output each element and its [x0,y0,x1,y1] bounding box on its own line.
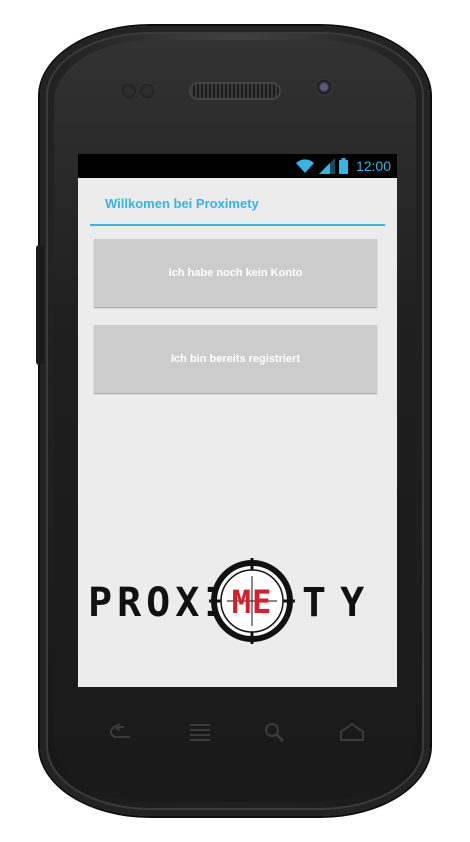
already-registered-button[interactable]: Ich bin bereits registriert [94,325,377,393]
status-time: 12:00 [355,158,391,174]
proximety-logo: PROXI ME TY [88,556,393,646]
title-divider [90,224,385,226]
volume-key[interactable] [36,245,44,365]
reticle-icon: ME [209,558,295,644]
nav-keys [78,712,397,752]
status-bar: 12:00 [78,154,397,178]
menu-icon[interactable] [180,712,220,752]
signal-icon [318,158,335,174]
logo-text-center: ME [232,583,273,621]
proximity-sensor-icon [122,84,136,98]
light-sensor-icon [140,84,154,98]
logo-text-right: TY [302,580,379,626]
earpiece-speaker [191,84,279,98]
back-icon[interactable] [102,712,142,752]
app-screen: 12:00 Willkomen bei Proximety Ich habe n… [78,154,397,687]
wifi-icon [295,159,314,173]
no-account-button[interactable]: Ich habe noch kein Konto [94,239,377,307]
search-icon[interactable] [254,712,294,752]
battery-icon [338,158,348,174]
front-camera-icon [317,80,331,94]
status-icons: 12:00 [295,157,391,175]
page-title: Willkomen bei Proximety [105,196,259,211]
home-icon[interactable] [332,712,372,752]
